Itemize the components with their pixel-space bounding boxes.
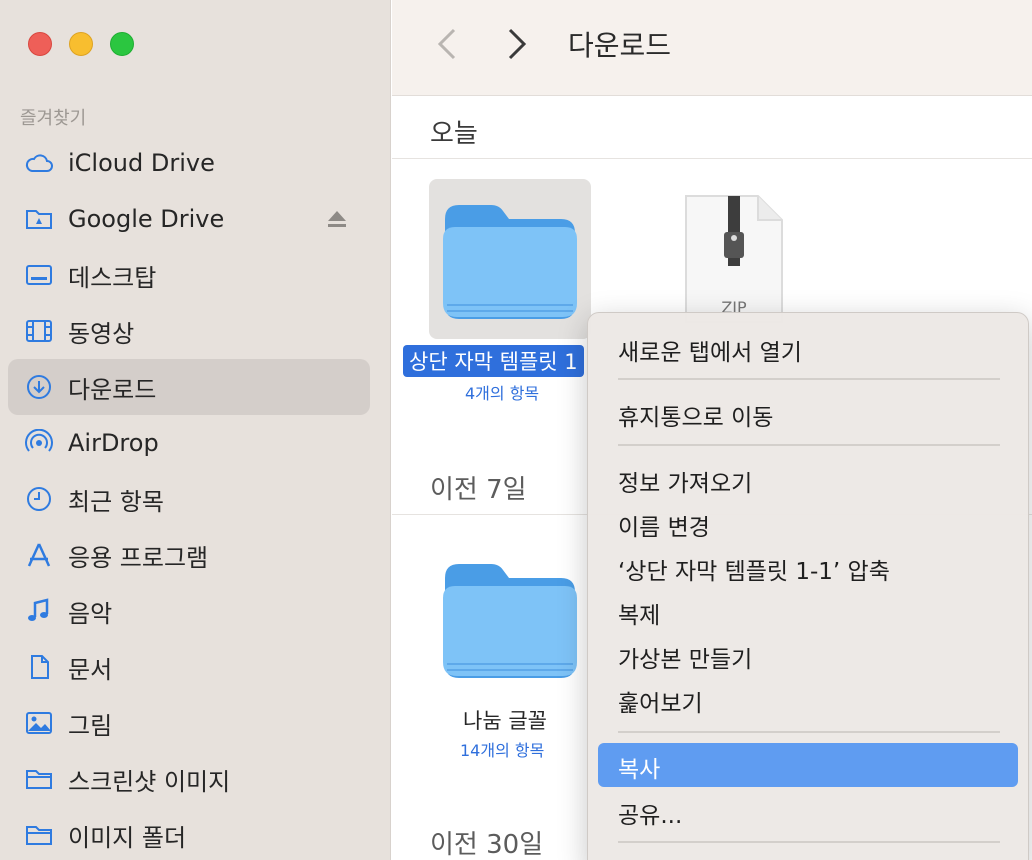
sidebar-item-icloud-drive[interactable]: iCloud Drive (8, 135, 370, 191)
download-icon (22, 372, 56, 402)
folder-icon (443, 205, 577, 319)
sidebar-item-label: 다운로드 (68, 375, 157, 404)
zoom-window-button[interactable] (110, 32, 134, 56)
menu-item-get-info[interactable]: 정보 가져오기 (618, 464, 752, 498)
cloud-icon (22, 148, 56, 178)
group-label: 이전 7일 (430, 475, 527, 505)
sidebar-item-label: 최근 항목 (68, 487, 164, 516)
file-thumbnail[interactable] (429, 540, 591, 690)
sidebar-item-label: Google Drive (68, 205, 225, 233)
folder-icon (22, 764, 56, 794)
sidebar-item-recents[interactable]: 최근 항목 (8, 471, 370, 527)
close-window-button[interactable] (28, 32, 52, 56)
file-name-selected[interactable]: 상단 자막 템플릿 1 (403, 345, 584, 377)
sidebar-item-label: 동영상 (68, 319, 135, 348)
sidebar-item-music[interactable]: 음악 (8, 583, 370, 639)
window-title: 다운로드 (568, 29, 672, 62)
menu-highlight (598, 743, 1018, 787)
document-icon (22, 652, 56, 682)
item-count: 14개의 항목 (460, 741, 545, 760)
clock-icon (22, 484, 56, 514)
sidebar-item-applications[interactable]: 응용 프로그램 (8, 527, 370, 583)
sidebar-item-label: iCloud Drive (68, 149, 215, 177)
sidebar-section-favorites: 즐겨찾기 (20, 108, 87, 129)
sidebar-item-label: 그림 (68, 711, 113, 740)
menu-item-make-alias[interactable]: 가상본 만들기 (618, 640, 752, 674)
sidebar-item-screenshot-images[interactable]: 스크린샷 이미지 (8, 751, 370, 807)
sidebar-list: iCloud Drive Google Drive 데스크탑 동영상 다운로드 … (8, 135, 370, 860)
menu-item-open-in-new-tab[interactable]: 새로운 탭에서 열기 (618, 333, 802, 367)
menu-separator (618, 731, 1000, 733)
back-arrow-icon[interactable] (432, 24, 462, 64)
music-note-icon (22, 596, 56, 626)
toolbar: 다운로드 (392, 0, 1032, 96)
sidebar-item-downloads[interactable]: 다운로드 (8, 359, 370, 415)
google-drive-folder-icon (22, 204, 56, 234)
airdrop-icon (22, 428, 56, 458)
minimize-window-button[interactable] (69, 32, 93, 56)
menu-item-copy[interactable]: 복사 (618, 750, 660, 784)
folder-icon (22, 820, 56, 850)
film-icon (22, 316, 56, 346)
forward-arrow-icon[interactable] (502, 24, 532, 64)
desktop-icon (22, 260, 56, 290)
menu-separator (618, 444, 1000, 446)
file-thumbnail-selected[interactable] (429, 179, 591, 339)
folder-icon (443, 564, 577, 678)
eject-icon[interactable] (326, 209, 348, 229)
sidebar-item-airdrop[interactable]: AirDrop (8, 415, 370, 471)
sidebar-item-label: 문서 (68, 655, 113, 684)
sidebar-item-image-folder[interactable]: 이미지 폴더 (8, 807, 370, 860)
sidebar-item-label: AirDrop (68, 429, 159, 457)
sidebar-item-movies[interactable]: 동영상 (8, 303, 370, 359)
menu-item-move-to-trash[interactable]: 휴지통으로 이동 (618, 398, 773, 432)
menu-item-share[interactable]: 공유... (618, 796, 682, 830)
sidebar-item-pictures[interactable]: 그림 (8, 695, 370, 751)
sidebar-item-label: 음악 (68, 599, 113, 628)
group-header-today: 오늘 (392, 97, 1032, 159)
picture-icon (22, 708, 56, 738)
sidebar-item-google-drive[interactable]: Google Drive (8, 191, 370, 247)
group-label: 오늘 (430, 119, 478, 149)
sidebar-item-documents[interactable]: 문서 (8, 639, 370, 695)
menu-item-rename[interactable]: 이름 변경 (618, 508, 710, 542)
sidebar-item-label: 이미지 폴더 (68, 823, 187, 852)
file-name[interactable]: 나눔 글꼴 (463, 705, 547, 735)
sidebar-item-label: 스크린샷 이미지 (68, 767, 231, 796)
zip-file-thumbnail[interactable]: ZIP (684, 194, 784, 324)
menu-item-duplicate[interactable]: 복제 (618, 596, 660, 630)
sidebar: 즐겨찾기 iCloud Drive Google Drive 데스크탑 동영상 … (0, 0, 391, 860)
menu-separator (618, 841, 1000, 843)
menu-separator (618, 378, 1000, 380)
sidebar-item-label: 데스크탑 (68, 263, 157, 292)
sidebar-item-label: 응용 프로그램 (68, 543, 209, 572)
applications-icon (22, 540, 56, 570)
item-count: 4개의 항목 (465, 384, 540, 403)
menu-item-compress[interactable]: ‘상단 자막 템플릿 1-1’ 압축 (618, 552, 890, 586)
sidebar-item-desktop[interactable]: 데스크탑 (8, 247, 370, 303)
menu-item-quick-look[interactable]: 훑어보기 (618, 684, 703, 718)
group-label: 이전 30일 (430, 830, 544, 860)
context-menu: 새로운 탭에서 열기 휴지통으로 이동 정보 가져오기 이름 변경 ‘상단 자막… (587, 312, 1029, 860)
window-controls (28, 32, 134, 56)
